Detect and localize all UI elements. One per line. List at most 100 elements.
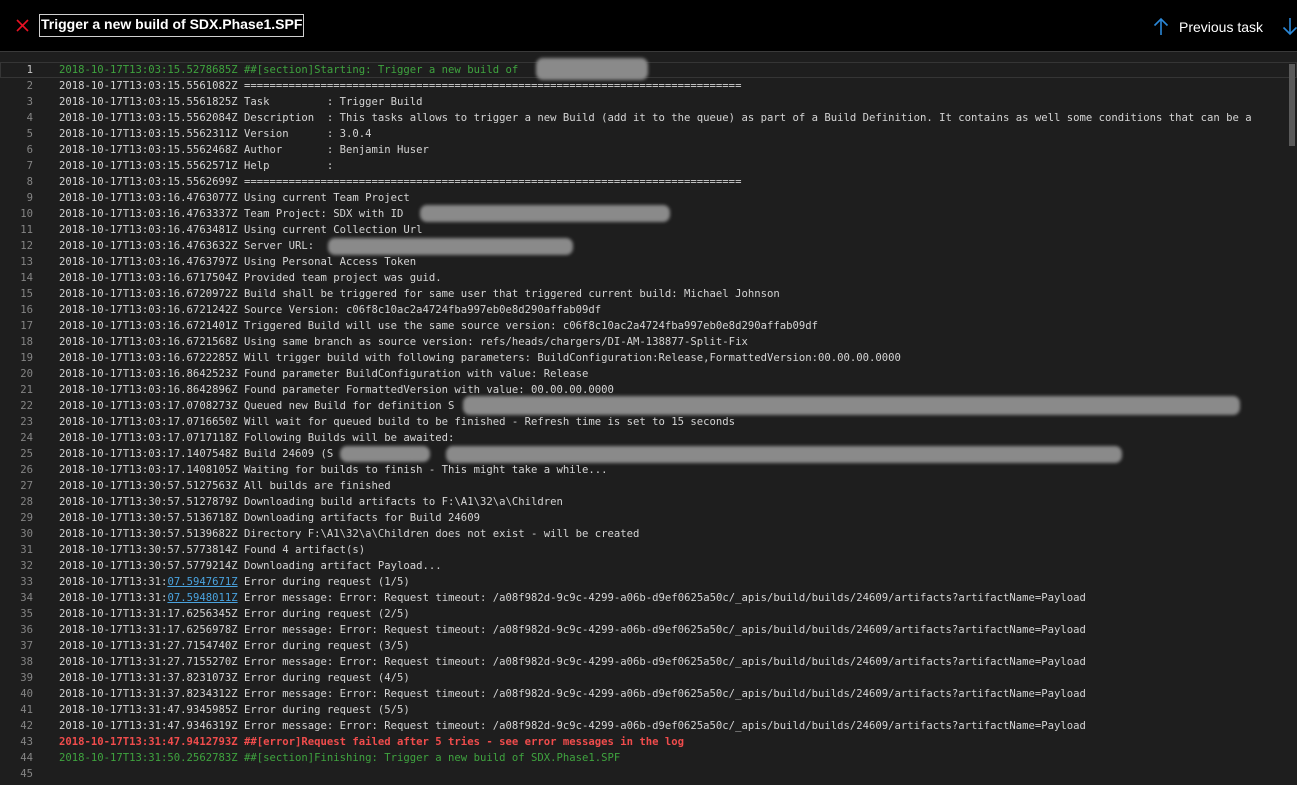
log-line: 7 2018-10-17T13:03:15.5562571Z Help : (0, 158, 1297, 174)
log-text: 2018-10-17T13:03:15.5562699Z ===========… (59, 174, 741, 190)
log-text-segment: 2018-10-17T13:30:57.5127563Z All builds … (59, 480, 391, 492)
log-text-segment: 2018-10-17T13:03:15.5562084Z Description… (59, 112, 1252, 124)
log-text: 2018-10-17T13:30:57.5779214Z Downloading… (59, 558, 442, 574)
log-text: 2018-10-17T13:31:47.9412793Z ##[error]Re… (59, 734, 684, 750)
log-text-segment: 2018-10-17T13:31:37.8231073Z Error durin… (59, 672, 410, 684)
log-text: 2018-10-17T13:03:16.4763632Z Server URL: (59, 238, 321, 254)
log-text-segment: 2018-10-17T13:30:57.5139682Z Directory F… (59, 528, 640, 540)
log-text: 2018-10-17T13:31:17.6256978Z Error messa… (59, 622, 1086, 638)
next-task-button[interactable] (1281, 16, 1297, 38)
close-icon[interactable] (13, 15, 33, 35)
log-text: 2018-10-17T13:03:16.6721242Z Source Vers… (59, 302, 601, 318)
log-text-segment: 2018-10-17T13:03:16.4763632Z Server URL: (59, 240, 321, 252)
log-text-segment: Error during request (1/5) (237, 576, 410, 588)
log-text: 2018-10-17T13:30:57.5139682Z Directory F… (59, 526, 639, 542)
log-text: 2018-10-17T13:03:15.5562311Z Version : 3… (59, 126, 372, 142)
log-text-segment: 2018-10-17T13:31: (59, 576, 168, 588)
line-number: 20 (20, 368, 33, 380)
log-line: 18 2018-10-17T13:03:16.6721568Z Using sam… (0, 334, 1297, 350)
log-text: 2018-10-17T13:03:16.6721401Z Triggered B… (59, 318, 818, 334)
log-line: 15 2018-10-17T13:03:16.6720972Z Build sha… (0, 286, 1297, 302)
line-number: 26 (20, 464, 33, 476)
log-text: 2018-10-17T13:31:37.8234312Z Error messa… (59, 686, 1086, 702)
log-text: 2018-10-17T13:03:15.5278685Z ##[section]… (59, 62, 525, 78)
log-text-segment: 2018-10-17T13:03:16.6720972Z Build shall… (59, 288, 780, 300)
log-text-segment: 2018-10-17T13:03:16.6721401Z Triggered B… (59, 320, 818, 332)
log-line: 30 2018-10-17T13:30:57.5139682Z Directory… (0, 526, 1297, 542)
log-text-segment: 2018-10-17T13:31:17.6256345Z Error durin… (59, 608, 410, 620)
log-text-segment: 2018-10-17T13:31:17.6256978Z Error messa… (59, 624, 1086, 636)
log-text-segment: 2018-10-17T13:03:16.8642896Z Found param… (59, 384, 614, 396)
line-number: 35 (20, 608, 33, 620)
scrollbar-thumb[interactable] (1289, 64, 1295, 146)
line-number: 30 (20, 528, 33, 540)
redaction (420, 205, 670, 222)
log-text-segment: 2018-10-17T13:03:17.1408105Z Waiting for… (59, 464, 608, 476)
log-text-segment: 2018-10-17T13:03:15.5562699Z ===========… (59, 176, 742, 188)
log-text: 2018-10-17T13:31:50.2562783Z ##[section]… (59, 750, 620, 766)
log-line: 24 2018-10-17T13:03:17.0717118Z Following… (0, 430, 1297, 446)
log-line: 5 2018-10-17T13:03:15.5562311Z Version : … (0, 126, 1297, 142)
log-line: 27 2018-10-17T13:30:57.5127563Z All build… (0, 478, 1297, 494)
log-text: 2018-10-17T13:31:47.9345985Z Error durin… (59, 702, 410, 718)
log-text: 2018-10-17T13:30:57.5127563Z All builds … (59, 478, 391, 494)
log-text-segment: 2018-10-17T13:31:27.7155270Z Error messa… (59, 656, 1086, 668)
log-text: 2018-10-17T13:03:15.5562468Z Author : Be… (59, 142, 429, 158)
arrow-down-icon (1282, 18, 1297, 36)
log-line: 16 2018-10-17T13:03:16.6721242Z Source Ve… (0, 302, 1297, 318)
log-line: 9 2018-10-17T13:03:16.4763077Z Using curr… (0, 190, 1297, 206)
log-text-segment: 2018-10-17T13:03:17.0708273Z Queued new … (59, 400, 455, 412)
log-text: 2018-10-17T13:03:17.0716650Z Will wait f… (59, 414, 735, 430)
log-text: 2018-10-17T13:31:27.7154740Z Error durin… (59, 638, 410, 654)
line-number: 43 (20, 736, 33, 748)
log-line: 20 2018-10-17T13:03:16.8642523Z Found par… (0, 366, 1297, 382)
log-line: 33 2018-10-17T13:31:07.5947671Z Error dur… (0, 574, 1297, 590)
timestamp-link[interactable]: 07.5947671Z (167, 576, 237, 588)
log-text: 2018-10-17T13:03:16.6722285Z Will trigge… (59, 350, 901, 366)
log-line: 23 2018-10-17T13:03:17.0716650Z Will wait… (0, 414, 1297, 430)
log-line: 3 2018-10-17T13:03:15.5561825Z Task : Tri… (0, 94, 1297, 110)
log-line: 37 2018-10-17T13:31:27.7154740Z Error dur… (0, 638, 1297, 654)
log-line: 42 2018-10-17T13:31:47.9346319Z Error mes… (0, 718, 1297, 734)
line-number: 13 (20, 256, 33, 268)
line-number: 8 (26, 176, 33, 188)
log-text: 2018-10-17T13:03:16.6720972Z Build shall… (59, 286, 780, 302)
line-number: 21 (20, 384, 33, 396)
line-number: 45 (20, 768, 33, 780)
line-number: 27 (20, 480, 33, 492)
log-text: 2018-10-17T13:03:16.4763077Z Using curre… (59, 190, 410, 206)
log-line: 43 2018-10-17T13:31:47.9412793Z ##[error]… (0, 734, 1297, 750)
log-line: 38 2018-10-17T13:31:27.7155270Z Error mes… (0, 654, 1297, 670)
line-number: 6 (26, 144, 33, 156)
log-line: 19 2018-10-17T13:03:16.6722285Z Will trig… (0, 350, 1297, 366)
log-line: 34 2018-10-17T13:31:07.5948011Z Error mes… (0, 590, 1297, 606)
log-text-segment: 2018-10-17T13:30:57.5773814Z Found 4 art… (59, 544, 366, 556)
line-number: 41 (20, 704, 33, 716)
log-line: 36 2018-10-17T13:31:17.6256978Z Error mes… (0, 622, 1297, 638)
line-number: 22 (20, 400, 33, 412)
line-number: 15 (20, 288, 33, 300)
line-number: 32 (20, 560, 33, 572)
log-text-segment: 2018-10-17T13:31:47.9412793Z ##[error]Re… (59, 736, 685, 748)
previous-task-label: Previous task (1179, 19, 1264, 35)
line-number: 24 (20, 432, 33, 444)
log-text-segment: 2018-10-17T13:03:16.6721242Z Source Vers… (59, 304, 602, 316)
vertical-scrollbar[interactable] (1285, 62, 1297, 785)
timestamp-link[interactable]: 07.5948011Z (167, 592, 237, 604)
log-text: 2018-10-17T13:31:17.6256345Z Error durin… (59, 606, 410, 622)
log-text-segment: 2018-10-17T13:03:16.4763797Z Using Perso… (59, 256, 417, 268)
previous-task-button[interactable]: Previous task (1152, 16, 1263, 38)
log-viewer[interactable]: 1 2018-10-17T13:03:15.5278685Z ##[section… (0, 62, 1297, 785)
line-number: 44 (20, 752, 33, 764)
log-line: 1 2018-10-17T13:03:15.5278685Z ##[section… (0, 62, 1297, 78)
log-text-segment: 2018-10-17T13:03:16.4763481Z Using curre… (59, 224, 423, 236)
log-text-segment: 2018-10-17T13:03:15.5562311Z Version : 3… (59, 128, 372, 140)
log-text: 2018-10-17T13:03:17.1408105Z Waiting for… (59, 462, 608, 478)
line-number: 23 (20, 416, 33, 428)
line-number: 1 (26, 64, 33, 76)
log-text-segment: 2018-10-17T13:03:15.5278685Z ##[section]… (59, 64, 525, 76)
log-line: 2 2018-10-17T13:03:15.5561082Z ==========… (0, 78, 1297, 94)
log-line: 13 2018-10-17T13:03:16.4763797Z Using Per… (0, 254, 1297, 270)
log-line: 14 2018-10-17T13:03:16.6717504Z Provided … (0, 270, 1297, 286)
log-text-segment: Error message: Error: Request timeout: /… (237, 592, 1086, 604)
